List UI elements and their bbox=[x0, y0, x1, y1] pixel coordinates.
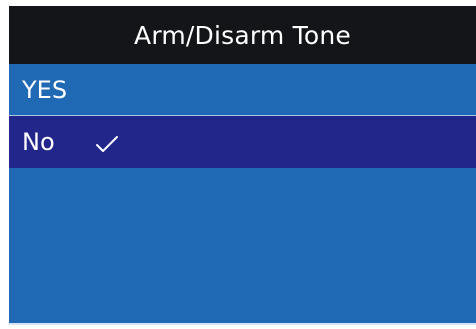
menu-option-label: No bbox=[22, 128, 55, 156]
option-menu: YES No bbox=[9, 64, 476, 168]
menu-option-yes[interactable]: YES bbox=[9, 64, 476, 116]
menu-option-no[interactable]: No bbox=[9, 116, 476, 168]
menu-option-label: YES bbox=[22, 75, 68, 104]
screen-bottom-edge bbox=[9, 323, 476, 325]
screen-title-bar: Arm/Disarm Tone bbox=[9, 6, 476, 64]
device-screen: Arm/Disarm Tone YES No bbox=[9, 6, 476, 325]
check-icon bbox=[95, 132, 119, 152]
screen-title: Arm/Disarm Tone bbox=[134, 20, 351, 50]
